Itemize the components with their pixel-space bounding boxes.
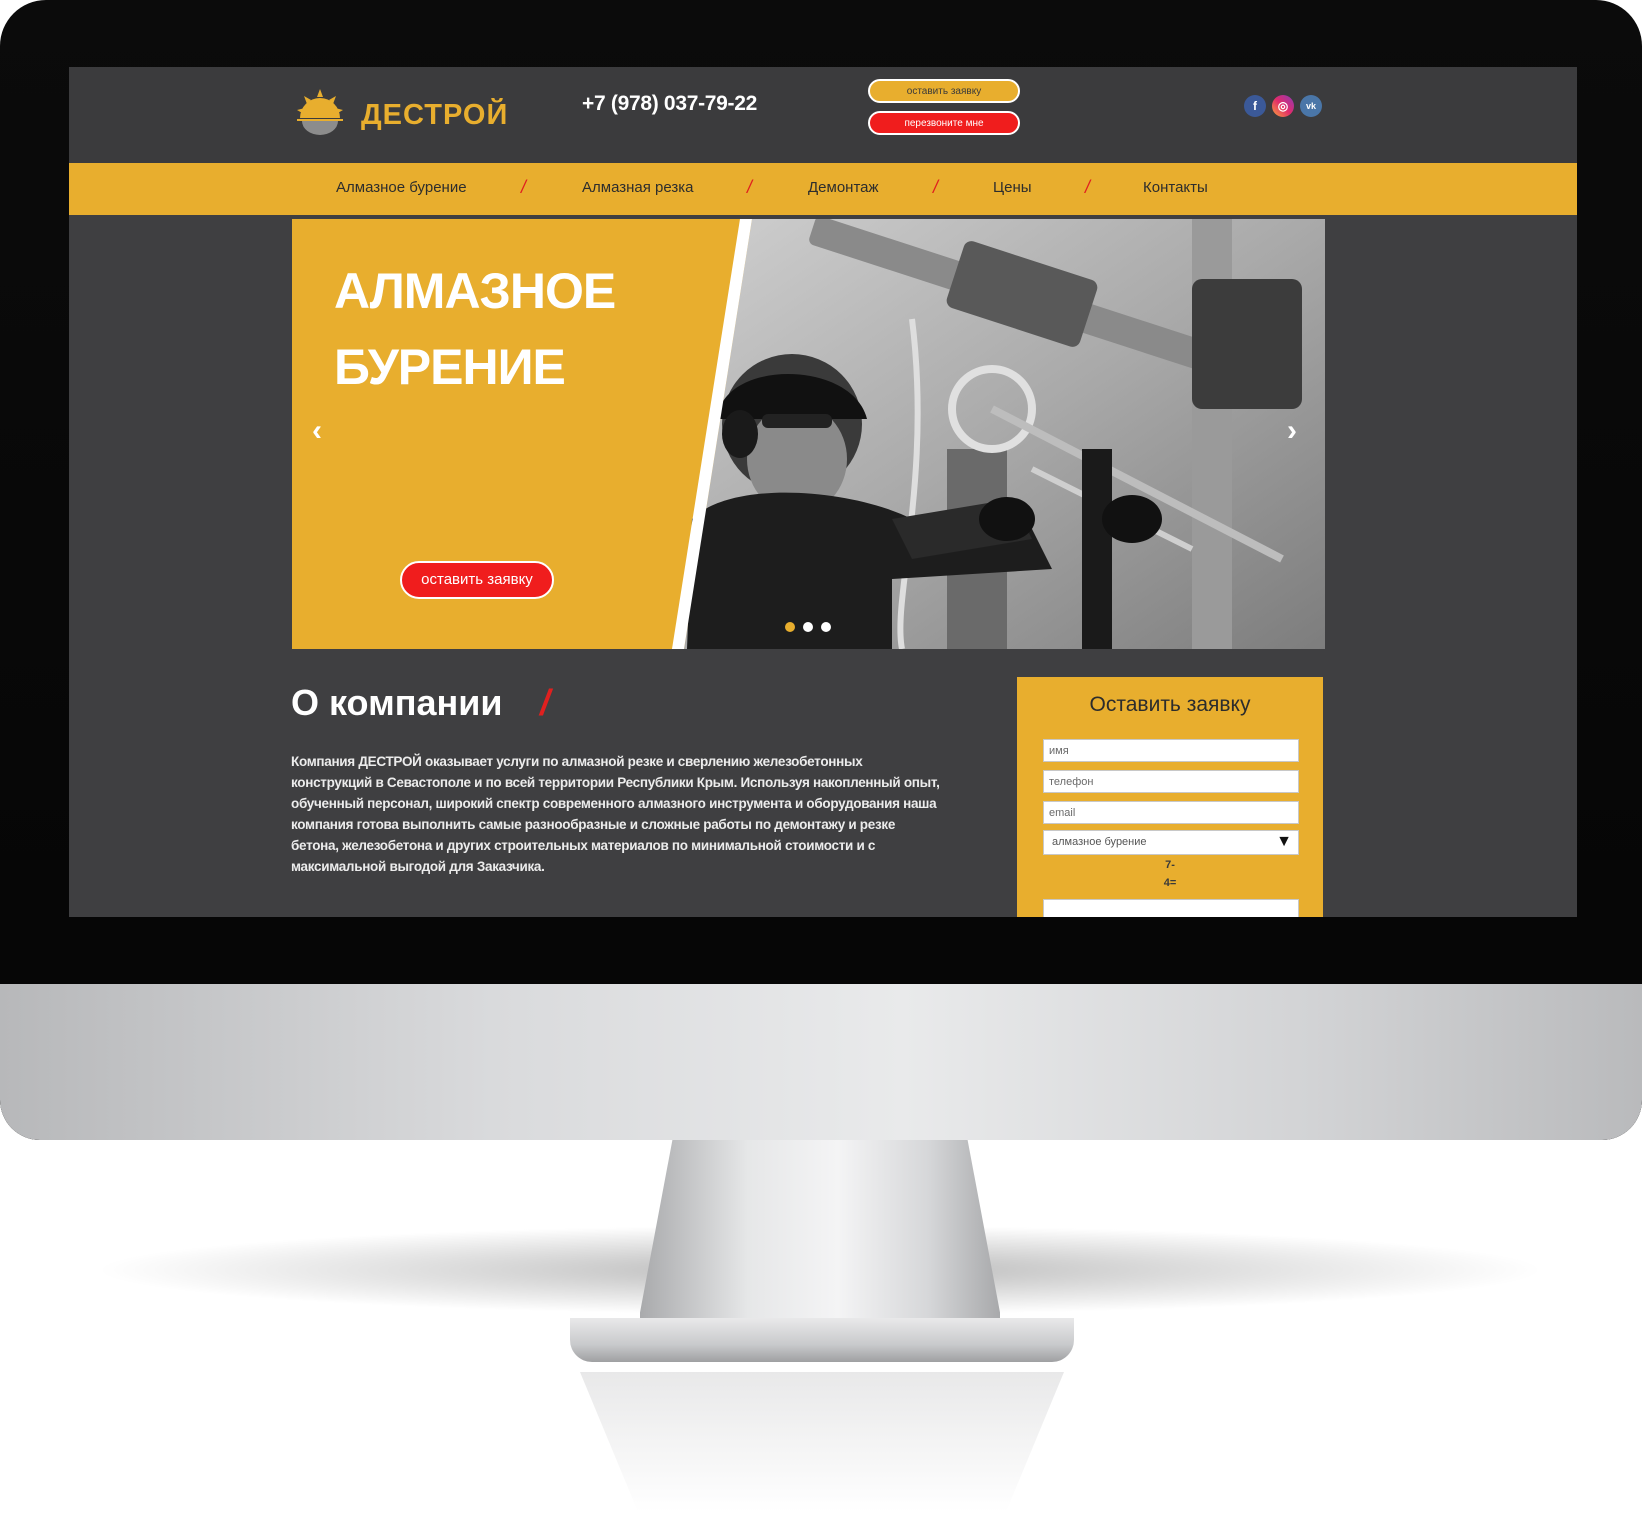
- site-logo[interactable]: ДЕСТРОЙ: [291, 85, 511, 145]
- captcha-line2: 4=: [1163, 877, 1177, 889]
- nav-separator: /: [933, 177, 939, 197]
- nav-separator: /: [521, 177, 527, 197]
- slider-prev-icon[interactable]: ‹: [312, 414, 322, 448]
- instagram-icon[interactable]: ◎: [1272, 95, 1294, 117]
- nav-separator: /: [747, 177, 753, 197]
- request-button[interactable]: оставить заявку: [868, 79, 1020, 103]
- phone-number[interactable]: +7 (978) 037-79-22: [582, 92, 757, 116]
- slider-dots: [785, 622, 831, 632]
- slider-dot-1[interactable]: [785, 622, 795, 632]
- about-title-slash: /: [540, 682, 551, 723]
- site-header: ДЕСТРОЙ +7 (978) 037-79-22 оставить заяв…: [69, 67, 1577, 163]
- about-description: Компания ДЕСТРОЙ оказывает услуги по алм…: [291, 754, 940, 874]
- captcha-line1: 7-: [1165, 859, 1175, 871]
- facebook-icon[interactable]: f: [1244, 95, 1266, 117]
- nav-item-prices[interactable]: Цены: [993, 179, 1032, 196]
- nav-item-contacts[interactable]: Контакты: [1143, 179, 1208, 196]
- name-field[interactable]: [1043, 739, 1299, 762]
- about-title: О компании: [291, 682, 503, 723]
- slide-title-line1: АЛМАЗНОЕ: [334, 263, 616, 319]
- vk-icon[interactable]: vk: [1300, 95, 1322, 117]
- email-field[interactable]: [1043, 801, 1299, 824]
- monitor-chin: [0, 984, 1642, 1140]
- social-links: f ◎ vk: [1244, 95, 1322, 117]
- request-form: Оставить заявку алмазное бурение ▼ 7- 4=: [1017, 677, 1323, 917]
- stand-reflection: [580, 1372, 1064, 1512]
- dropdown-arrow-icon: ▼: [1276, 833, 1292, 850]
- monitor-bezel: ДЕСТРОЙ +7 (978) 037-79-22 оставить заяв…: [0, 0, 1642, 1140]
- slider-dot-3[interactable]: [821, 622, 831, 632]
- callback-button[interactable]: перезвоните мне: [868, 111, 1020, 135]
- monitor-stand: [640, 1140, 1000, 1336]
- nav-item-diamond-cutting[interactable]: Алмазная резка: [582, 179, 694, 196]
- nav-item-demolition[interactable]: Демонтаж: [808, 179, 879, 196]
- saw-blade-logo-icon: [297, 89, 343, 135]
- monitor-stand-base: [570, 1318, 1074, 1362]
- slide-title-line2: БУРЕНИЕ: [334, 339, 566, 395]
- captcha-answer-field[interactable]: [1043, 899, 1299, 917]
- slide-title: АЛМАЗНОЕ БУРЕНИЕ: [334, 253, 616, 405]
- service-select-value: алмазное бурение: [1052, 836, 1147, 848]
- slider-next-icon[interactable]: ›: [1287, 414, 1297, 448]
- slide-request-button[interactable]: оставить заявку: [400, 561, 554, 599]
- main-nav: Алмазное бурение / Алмазная резка / Демо…: [69, 163, 1577, 215]
- brand-name: ДЕСТРОЙ: [361, 98, 509, 131]
- phone-field[interactable]: [1043, 770, 1299, 793]
- slider-dot-2[interactable]: [803, 622, 813, 632]
- nav-separator: /: [1085, 177, 1091, 197]
- form-title: Оставить заявку: [1089, 693, 1251, 716]
- hero-slider: АЛМАЗНОЕ БУРЕНИЕ оставить заявку ‹ ›: [292, 219, 1325, 649]
- website-screen: ДЕСТРОЙ +7 (978) 037-79-22 оставить заяв…: [69, 67, 1577, 917]
- nav-item-diamond-drilling[interactable]: Алмазное бурение: [336, 179, 467, 196]
- service-select[interactable]: алмазное бурение ▼: [1043, 830, 1299, 855]
